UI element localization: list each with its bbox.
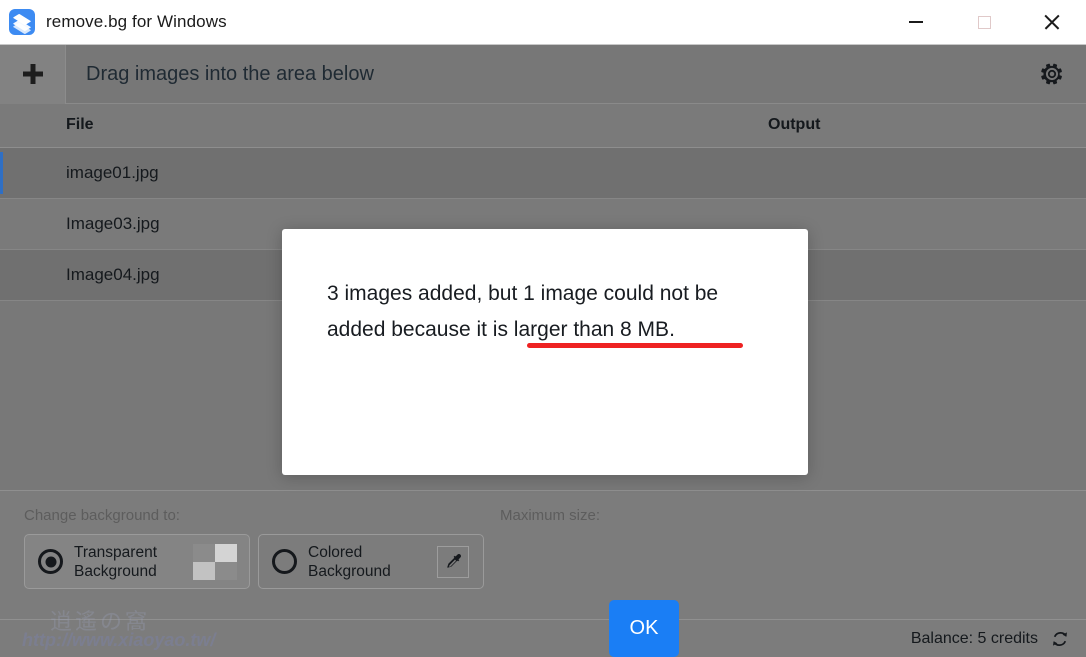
option-label-line1: Transparent: [74, 543, 157, 561]
annotation-underline: [527, 343, 743, 348]
column-header-output[interactable]: Output: [768, 116, 820, 134]
dialog-message-part2: .: [669, 318, 675, 341]
radio-colored-background[interactable]: [272, 549, 297, 574]
balance-label: Balance: 5 credits: [910, 629, 1038, 647]
layers-icon: [9, 9, 35, 35]
dialog-message: 3 images added, but 1 image could not be…: [327, 276, 767, 348]
option-label: Colored Background: [308, 543, 391, 581]
minimize-button[interactable]: [882, 0, 950, 45]
minimize-icon: [909, 21, 923, 23]
maximize-icon: [977, 15, 991, 29]
alert-dialog: 3 images added, but 1 image could not be…: [282, 229, 808, 657]
radio-transparent-background[interactable]: [38, 549, 63, 574]
option-transparent-background[interactable]: Transparent Background: [24, 534, 250, 589]
close-icon: [1044, 14, 1060, 30]
ok-button[interactable]: OK: [609, 600, 679, 657]
gear-icon: [1041, 63, 1062, 85]
refresh-icon: [1053, 631, 1067, 646]
status-bar: Balance: 5 credits: [0, 619, 1086, 657]
plus-icon: [21, 62, 45, 86]
add-images-button[interactable]: [0, 44, 66, 104]
file-name: image01.jpg: [66, 163, 159, 182]
color-picker-button[interactable]: [437, 545, 469, 578]
file-name: Image03.jpg: [66, 214, 160, 233]
maximize-button[interactable]: [950, 0, 1018, 45]
drop-area-hint: Drag images into the area below: [86, 62, 374, 85]
toolbar: Drag images into the area below: [0, 44, 1086, 104]
file-name: Image04.jpg: [66, 265, 160, 284]
window-controls: [882, 0, 1086, 45]
eyedropper-icon: [446, 554, 461, 568]
table-row[interactable]: image01.jpg: [0, 148, 1086, 199]
application-window: remove.bg for Windows Drag images into t…: [0, 0, 1086, 657]
options-panel: Change background to: Maximum size: Tran…: [0, 490, 1086, 619]
maximum-size-label: Maximum size:: [500, 507, 601, 524]
title-bar: remove.bg for Windows: [0, 0, 1086, 45]
option-label-line2: Background: [74, 562, 157, 580]
close-button[interactable]: [1018, 0, 1086, 45]
column-header-file[interactable]: File: [66, 116, 94, 134]
option-label-line1: Colored: [308, 543, 363, 561]
dialog-message-highlight: it is larger than 8 MB: [476, 318, 670, 341]
table-header: File Output: [0, 104, 1086, 148]
window-title: remove.bg for Windows: [46, 12, 227, 31]
background-label: Change background to:: [24, 507, 180, 524]
checkerboard-swatch: [193, 543, 237, 580]
option-colored-background[interactable]: Colored Background: [258, 534, 484, 589]
settings-button[interactable]: [1032, 54, 1072, 94]
refresh-balance-button[interactable]: [1048, 627, 1072, 651]
row-selection-indicator: [0, 152, 3, 194]
option-label-line2: Background: [308, 562, 391, 580]
option-label: Transparent Background: [74, 543, 157, 581]
